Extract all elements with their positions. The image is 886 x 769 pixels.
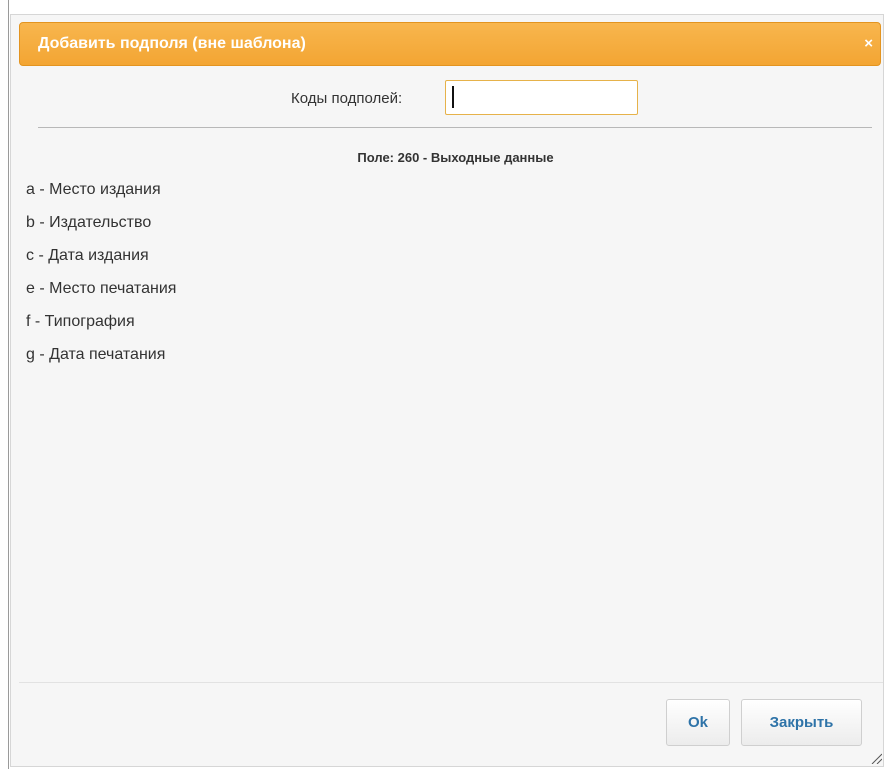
footer-divider <box>19 682 883 683</box>
field-title: Поле: 260 - Выходные данные <box>357 150 554 165</box>
subfield-codes-label: Коды подполей: <box>291 90 403 107</box>
ok-button[interactable]: Ok <box>666 699 730 746</box>
close-button[interactable]: Закрыть <box>741 699 862 746</box>
dialog-titlebar[interactable]: Добавить подполя (вне шаблона) × <box>19 22 881 66</box>
dialog-title: Добавить подполя (вне шаблона) <box>38 35 306 52</box>
divider <box>38 127 872 128</box>
subfield-codes-row: Коды подполей: <box>0 80 886 116</box>
subfield-item: a - Место издания <box>26 181 161 198</box>
resize-handle-icon[interactable] <box>870 752 882 764</box>
subfield-codes-input[interactable] <box>445 80 638 115</box>
subfield-item: e - Место печатания <box>26 280 177 297</box>
subfield-item: f - Типография <box>26 313 135 330</box>
text-caret <box>452 86 454 108</box>
subfield-item: g - Дата печатания <box>26 346 166 363</box>
subfield-item: b - Издательство <box>26 214 152 231</box>
close-icon[interactable]: × <box>864 35 873 52</box>
subfield-list: a - Место издания b - Издательство c - Д… <box>26 180 176 378</box>
subfield-item: c - Дата издания <box>26 247 149 264</box>
